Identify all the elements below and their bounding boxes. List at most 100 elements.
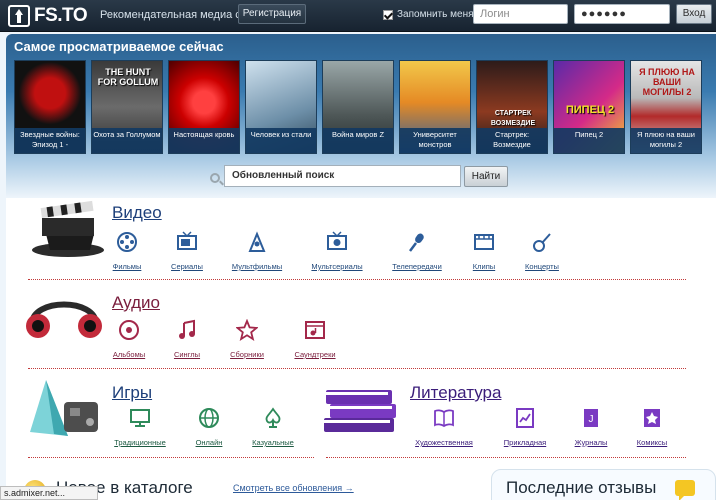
movie-card[interactable]: Звездные войны: Эпизод 1 - [14,60,86,154]
movie-caption[interactable]: Стартрек: Возмездие [477,128,547,153]
category-label: Прикладная [503,438,547,447]
monitor-icon [130,409,150,427]
remember-me[interactable]: Запомнить меня [383,9,474,20]
movie-caption[interactable]: Университет монстров [400,128,470,153]
movie-caption[interactable]: Звездные войны: Эпизод 1 - [15,128,85,153]
games-casual-link[interactable]: Казуальные [240,407,306,447]
category-label: Журналы [574,438,608,447]
latest-reviews: Последние отзывы [491,469,716,500]
movie-caption[interactable]: Охота за Голлумом [92,128,162,153]
lit-fiction-link[interactable]: Художественная [411,407,477,447]
category-label: Сериалы [171,262,203,271]
category-label: Телепередачи [392,262,442,271]
top-bar: FS.TO Рекомендательная медиа сеть Регист… [0,0,716,32]
poster-title: Я ПЛЮЮ НА ВАШИ МОГИЛЫ 2 [639,67,695,97]
soundtrack-icon [305,321,325,339]
books-icon [324,390,396,432]
movie-card[interactable]: Университет монстров [399,60,471,154]
movie-card[interactable]: Война миров Z [322,60,394,154]
search-button[interactable]: Найти [464,166,508,187]
category-label: Фильмы [112,262,142,271]
movie-caption[interactable]: Человек из стали [246,128,316,153]
games-traditional-link[interactable]: Традиционные [107,407,173,447]
movie-card[interactable]: СТАРТРЕК ВОЗМЕЗДИЕ Стартрек: Возмездие [476,60,548,154]
section-divider [326,457,686,458]
poster-title: СТАРТРЕК ВОЗМЕЗДИЕ [490,110,536,127]
audio-albums-link[interactable]: Альбомы [96,319,162,359]
register-button[interactable]: Регистрация [238,4,306,24]
search-input[interactable]: Обновленный поиск [224,165,461,187]
category-label: Саундтреки [294,350,336,359]
login-button[interactable]: Вход [676,4,712,24]
chat-bubble-icon [675,480,695,500]
gamepad-trophy-icon [30,380,98,436]
audio-soundtracks-link[interactable]: Саундтреки [282,319,348,359]
open-book-icon [434,409,454,428]
video-animated-series-link[interactable]: Мультсериалы [304,231,370,271]
logo-upload-icon [8,5,30,27]
category-label: Синглы [173,350,201,359]
lit-magazines-link[interactable]: J Журналы [558,407,624,447]
category-label: Комиксы [636,438,668,447]
games-online-link[interactable]: Онлайн [176,407,242,447]
movie-card[interactable]: Настоящая кровь [168,60,240,154]
movie-caption[interactable]: Пипец 2 [554,128,624,153]
movie-card[interactable]: Я ПЛЮЮ НА ВАШИ МОГИЛЫ 2 Я плюю на ваши мо… [630,60,702,154]
video-concerts-link[interactable]: Концерты [509,231,575,271]
literature-section-title[interactable]: Литература [410,383,501,403]
video-cartoons-link[interactable]: Мультфильмы [224,231,290,271]
movie-caption[interactable]: Война миров Z [323,128,393,153]
music-note-icon [179,319,195,339]
film-reel-icon [117,232,137,252]
category-label: Концерты [525,262,559,271]
microphone-icon [409,233,424,252]
chart-book-icon [516,408,534,428]
remember-label: Запомнить меня [397,9,474,20]
movie-caption[interactable]: Я плюю на ваши могилы 2 [631,128,701,153]
site-logo[interactable]: FS.TO [8,5,88,27]
spade-icon [265,407,281,428]
category-label: Онлайн [195,438,223,447]
movie-card[interactable]: ПИПЕЦ 2 Пипец 2 [553,60,625,154]
main-panel: Самое просматриваемое сейчас Звездные во… [6,34,716,500]
games-section-title[interactable]: Игры [112,383,152,403]
video-tvshows-link[interactable]: Телепередачи [384,231,450,271]
category-label: Казуальные [252,438,294,447]
all-updates-link[interactable]: Смотреть все обновления → [233,483,354,493]
category-label: Художественная [415,438,473,447]
audio-compilations-link[interactable]: Сборники [214,318,280,359]
video-section-title[interactable]: Видео [112,203,162,223]
login-input[interactable]: Логин [473,4,568,24]
category-label: Сборники [230,350,264,359]
tv-icon [177,231,197,250]
svg-text:J: J [589,414,594,425]
video-series-link[interactable]: Сериалы [154,231,220,271]
movie-card[interactable]: Человек из стали [245,60,317,154]
poster-title: ПИПЕЦ 2 [565,104,615,116]
movie-strip: Звездные войны: Эпизод 1 - THE HUNT FOR … [14,60,702,154]
category-label: Традиционные [114,438,166,447]
lit-comics-link[interactable]: Комиксы [619,407,685,447]
category-label: Мультфильмы [231,262,283,271]
video-clips-link[interactable]: Клипы [451,231,517,271]
lit-applied-link[interactable]: Прикладная [492,407,558,447]
movie-card[interactable]: THE HUNT FOR GOLLUM Охота за Голлумом [91,60,163,154]
disc-icon [119,320,139,340]
star-icon [235,318,259,341]
globe-icon [199,408,219,428]
movie-caption[interactable]: Настоящая кровь [169,128,239,153]
category-label: Альбомы [112,350,146,359]
magazine-icon: J [584,409,598,427]
rocket-icon [248,231,266,252]
latest-reviews-title: Последние отзывы [506,478,657,497]
password-input[interactable]: ●●●●●● [574,4,670,24]
video-films-link[interactable]: Фильмы [94,231,160,271]
logo-text: FS.TO [34,5,88,26]
popular-title: Самое просматриваемое сейчас [14,39,224,54]
tv-cartoon-icon [327,231,347,250]
remember-checkbox[interactable] [383,9,393,20]
poster-title: THE HUNT FOR GOLLUM [97,67,159,87]
audio-singles-link[interactable]: Синглы [154,319,220,359]
audio-section-title[interactable]: Аудио [112,293,160,313]
headphones-icon [26,301,102,338]
